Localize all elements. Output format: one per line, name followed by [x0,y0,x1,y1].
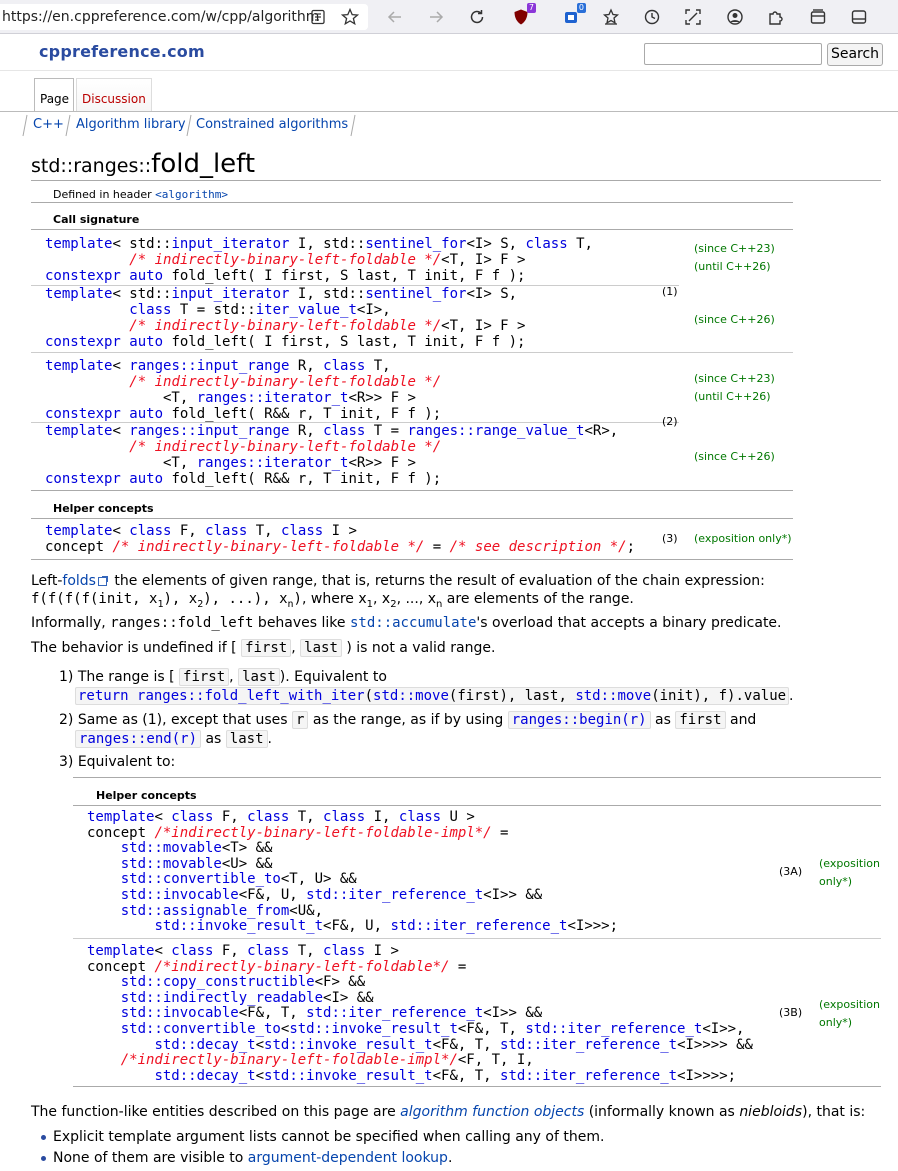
algorithm-function-objects-link[interactable]: algorithm function objects [400,1104,584,1120]
header-link[interactable]: <algorithm> [155,188,228,201]
table-rule [73,805,881,806]
back-icon[interactable] [384,6,406,28]
description-paragraph-1-line2: f(f(f(f(init, x1), x2), ...), xn), where… [31,591,634,610]
overload-tag-3: (3) [662,532,678,545]
declaration-1a: template< std::input_iterator I, std::se… [45,236,593,284]
version-since-cpp23: (since C++23) [694,242,775,255]
overload-tag-2: (2) [662,415,678,428]
table-rule [31,229,793,230]
tab-discussion[interactable]: Discussion [76,78,152,112]
description-paragraph-3: The behavior is undefined if [ first, la… [31,639,496,657]
breadcrumb-cpp[interactable]: C++ [33,113,64,137]
forward-icon[interactable] [425,6,447,28]
version-exposition: (exposition [819,998,880,1011]
list-item-1-code: return ranges::fold_left_with_iter(std::… [75,687,794,705]
helper-concepts-heading: Helper concepts [53,502,154,515]
search-input[interactable] [644,43,822,65]
version-until-cpp26: (until C++26) [694,260,771,273]
list-item-1: 1) The range is [ first, last). Equivale… [59,668,387,686]
site-logo[interactable]: cppreference.com [39,42,205,61]
bookmark-star-icon[interactable] [339,6,361,28]
equivalent-code-1: return ranges::fold_left_with_iter(std::… [75,687,790,705]
bullet-icon [41,1156,46,1161]
sidebar-icon[interactable] [848,6,870,28]
table-rule [31,518,793,519]
niebloid-paragraph: The function-like entities described on … [31,1104,866,1120]
version-until-cpp26: (until C++26) [694,390,771,403]
list-item-2-line2: ranges::end(r) as last. [75,730,272,748]
search-button[interactable]: Search [827,43,883,66]
description-paragraph-2: Informally, ranges::fold_left behaves li… [31,615,782,631]
overload-tag-3a: (3A) [779,865,803,878]
version-exposition: (exposition [819,857,880,870]
declaration-2b: template< ranges::input_range R, class T… [45,423,619,487]
breadcrumb-separator [350,114,356,137]
reader-view-icon[interactable] [307,6,329,28]
breadcrumb-constrained-algorithms[interactable]: Constrained algorithms [196,113,348,137]
address-bar-url: https://en.cppreference.com/w/cpp/algori… [2,9,320,25]
extension-badge: 0 [576,3,586,13]
table-rule [31,202,793,203]
title-rule [31,180,881,181]
decl-divider [31,352,793,353]
decl-divider [73,938,881,939]
declaration-3a: template< class F, class T, class I, cla… [87,809,619,935]
extension-icon[interactable]: 0 [560,3,586,28]
version-only: only*) [819,1016,853,1029]
nested-helper-concepts-heading: Helper concepts [96,789,197,802]
description-paragraph-1: Left-folds the elements of given range, … [31,573,765,589]
list-item-2: 2) Same as (1), except that uses r as th… [59,711,757,729]
adl-link[interactable]: argument-dependent lookup [248,1150,448,1166]
list-item-3: 3) Equivalent to: [59,754,176,770]
bullet-icon [41,1135,46,1140]
ublock-shield-icon[interactable]: 7 [510,3,536,28]
version-since-cpp26: (since C++26) [694,450,775,463]
declaration-3b: template< class F, class T, class I > co… [87,943,753,1084]
header-divider [0,70,898,71]
version-only: only*) [819,875,853,888]
breadcrumb-separator [186,114,192,137]
tab-page[interactable]: Page [34,78,74,112]
declaration-2a: template< ranges::input_range R, class T… [45,358,442,422]
overload-tag-1: (1) [662,285,678,298]
chain-expression: f(f(f(f(init, x1), x2), ...), xn) [31,591,302,610]
page-title: std::ranges::fold_left [31,149,256,179]
breadcrumb-separator [22,114,28,137]
screenshot-icon[interactable] [682,6,704,28]
defined-in-header: Defined in header <algorithm> [53,188,229,201]
ranges-begin-link[interactable]: ranges::begin(r) [507,711,651,729]
external-link-icon [97,575,108,586]
container-tabs-icon[interactable] [807,6,829,28]
table-rule [73,1086,881,1087]
history-icon[interactable] [641,6,663,28]
ublock-badge: 7 [526,3,536,13]
table-rule [31,490,793,491]
version-since-cpp23: (since C++23) [694,372,775,385]
table-rule [73,777,881,778]
folds-link[interactable]: folds [62,573,96,589]
breadcrumb-algorithm-library[interactable]: Algorithm library [76,113,186,137]
reload-icon[interactable] [466,6,488,28]
declaration-3: template< class F, class T, class I > co… [45,523,636,555]
breadcrumb-separator [65,114,71,137]
bookmarks-icon[interactable] [600,6,622,28]
call-signature-heading: Call signature [53,213,140,226]
ranges-end-link[interactable]: ranges::end(r) [75,730,202,748]
table-rule [31,559,793,560]
declaration-1b: template< std::input_iterator I, std::se… [45,286,526,350]
bullet-item-1: Explicit template argument lists cannot … [53,1129,605,1145]
overload-tag-3b: (3B) [779,1006,803,1019]
version-exposition-only: (exposition only*) [694,532,792,545]
tabs-divider [0,111,898,112]
std-accumulate-link[interactable]: std::accumulate [350,615,476,631]
browser-toolbar: https://en.cppreference.com/w/cpp/algori… [0,0,898,34]
extensions-puzzle-icon[interactable] [765,6,787,28]
account-icon[interactable] [724,6,746,28]
version-since-cpp26: (since C++26) [694,313,775,326]
bullet-item-2: None of them are visible to argument-dep… [53,1150,453,1166]
